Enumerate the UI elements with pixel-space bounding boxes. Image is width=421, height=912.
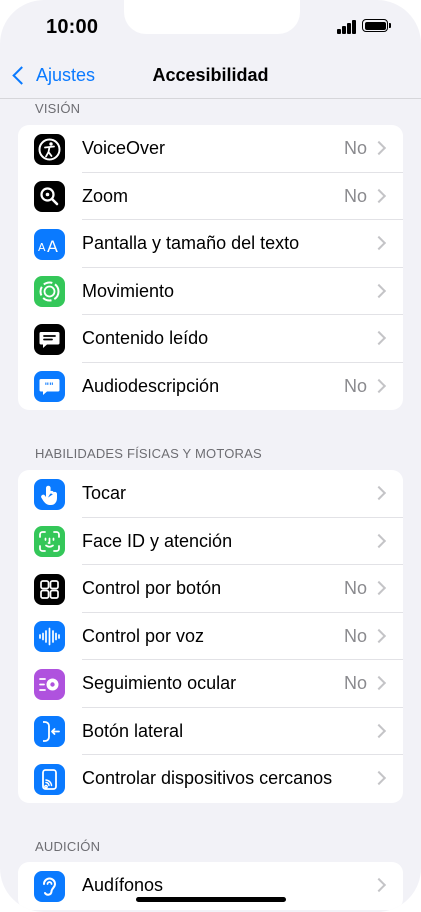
home-indicator[interactable] [136, 897, 286, 902]
side-button-icon [34, 716, 65, 747]
group-hearing: Audífonos [18, 862, 403, 910]
chevron-right-icon [371, 533, 387, 548]
chevron-right-icon [371, 485, 387, 501]
cellular-signal-icon [337, 20, 357, 34]
row-label: Botón lateral [82, 720, 184, 741]
row-eye-tracking[interactable]: Seguimiento ocular No [18, 660, 403, 708]
phone-screen: 10:00 Ajustes Accesibilidad VISIÓN Voice… [0, 0, 421, 912]
row-spoken-content[interactable]: Contenido leído [18, 315, 403, 363]
section-header-vision: VISIÓN [35, 101, 81, 116]
row-switch-control[interactable]: Control por botón No [18, 565, 403, 613]
row-value: No [343, 375, 367, 396]
chevron-right-icon [371, 675, 387, 691]
section-header-hearing: AUDICIÓN [35, 839, 101, 854]
zoom-icon [34, 181, 65, 212]
navigation-bar: Ajustes Accesibilidad [0, 54, 421, 99]
chevron-right-icon [371, 877, 387, 893]
row-voiceover[interactable]: VoiceOver No [18, 125, 403, 173]
row-value: No [343, 138, 367, 158]
row-label: Control por voz [82, 625, 205, 646]
row-motion[interactable]: Movimiento [18, 268, 403, 315]
face-id-icon [34, 526, 65, 557]
row-label: Audífonos [82, 875, 164, 895]
switch-control-icon [34, 573, 65, 605]
notch [124, 0, 300, 34]
status-bar: 10:00 [0, 0, 421, 54]
row-label: Movimiento [82, 280, 175, 301]
group-physical-motor: Tocar Face ID y atención Control por bot… [18, 470, 403, 803]
chevron-right-icon [371, 235, 387, 251]
svg-text:A: A [47, 237, 58, 256]
battery-icon [362, 19, 391, 32]
row-label: Controlar dispositivos cercanos [82, 768, 333, 788]
row-label: Audiodescripción [82, 375, 220, 396]
chevron-right-icon [371, 140, 387, 156]
row-label: Face ID y atención [82, 530, 233, 551]
row-audio-description[interactable]: " " Audiodescripción No [18, 363, 403, 411]
chevron-right-icon [371, 628, 387, 643]
chevron-right-icon [371, 330, 387, 346]
group-vision: VoiceOver No Zoom No AA Pantalla y tamañ… [18, 125, 403, 410]
eye-tracking-icon [34, 668, 65, 700]
chevron-right-icon [371, 378, 387, 393]
spoken-content-icon [34, 323, 65, 355]
row-label: Zoom [82, 185, 129, 206]
row-zoom[interactable]: Zoom No [18, 173, 403, 220]
chevron-right-icon [371, 770, 387, 786]
chevron-right-icon [371, 188, 387, 203]
row-display-text-size[interactable]: AA Pantalla y tamaño del texto [18, 220, 403, 268]
status-time: 10:00 [46, 16, 99, 38]
text-size-icon: AA [34, 228, 65, 260]
row-value: No [343, 625, 367, 646]
row-label: Seguimiento ocular [82, 673, 237, 693]
row-control-nearby-devices[interactable]: Controlar dispositivos cercanos [18, 755, 403, 803]
audio-description-icon: " " [34, 371, 65, 402]
nearby-devices-icon [34, 763, 65, 795]
page-title: Accesibilidad [152, 65, 269, 85]
chevron-right-icon [371, 723, 387, 738]
row-value: No [343, 185, 367, 206]
svg-text:A: A [38, 241, 46, 254]
row-label: Contenido leído [82, 328, 209, 348]
chevron-right-icon [371, 580, 387, 596]
chevron-right-icon [371, 283, 387, 298]
row-side-button[interactable]: Botón lateral [18, 708, 403, 755]
row-touch[interactable]: Tocar [18, 470, 403, 518]
section-header-physical-motor: HABILIDADES FÍSICAS Y MOTORAS [35, 446, 262, 461]
row-value: No [343, 578, 367, 598]
voiceover-icon [34, 133, 65, 165]
touch-icon [34, 478, 65, 510]
row-label: Pantalla y tamaño del texto [82, 233, 300, 253]
voice-control-icon [34, 621, 65, 652]
svg-text:": " [49, 382, 54, 392]
row-label: Tocar [82, 483, 127, 503]
row-hearing-devices[interactable]: Audífonos [18, 862, 403, 910]
row-face-id-attention[interactable]: Face ID y atención [18, 518, 403, 565]
row-voice-control[interactable]: Control por voz No [18, 613, 403, 660]
row-label: VoiceOver [82, 138, 166, 158]
row-value: No [343, 673, 367, 693]
motion-icon [34, 276, 65, 307]
hearing-devices-icon [34, 870, 65, 902]
row-label: Control por botón [82, 578, 222, 598]
